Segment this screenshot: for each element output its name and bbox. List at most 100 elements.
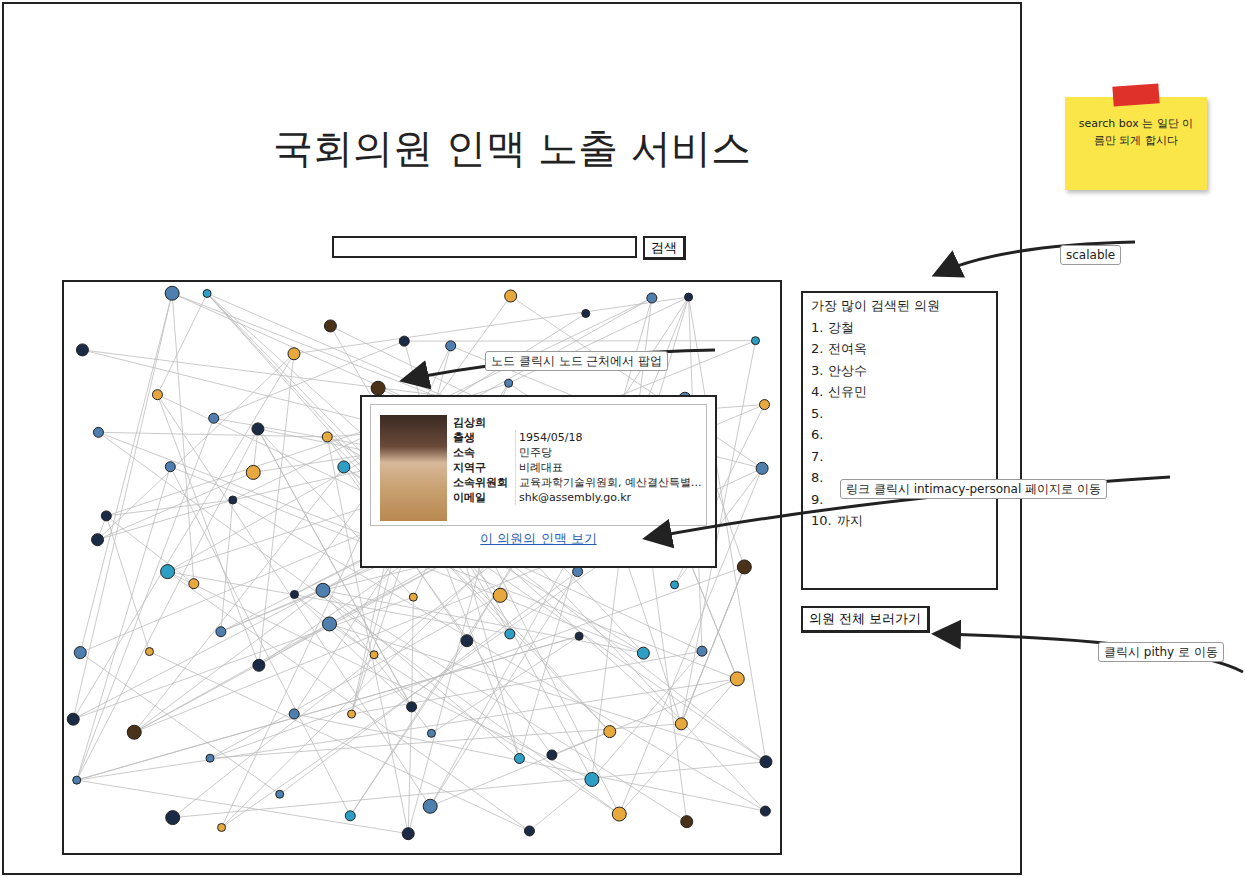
- graph-node[interactable]: [751, 337, 759, 345]
- graph-node[interactable]: [427, 729, 435, 737]
- graph-node[interactable]: [637, 647, 649, 659]
- graph-node[interactable]: [74, 647, 86, 659]
- graph-node[interactable]: [675, 718, 687, 730]
- graph-node[interactable]: [290, 590, 298, 598]
- info-row: 지역구비례대표: [453, 460, 698, 475]
- graph-node[interactable]: [145, 648, 153, 656]
- graph-node[interactable]: [685, 293, 693, 301]
- graph-node[interactable]: [92, 534, 104, 546]
- rank-number: 1.: [811, 317, 823, 339]
- view-all-button[interactable]: 의원 전체 보러가기: [801, 606, 930, 633]
- graph-node[interactable]: [671, 581, 679, 589]
- graph-node[interactable]: [647, 293, 657, 303]
- graph-node[interactable]: [575, 632, 583, 640]
- graph-node[interactable]: [348, 710, 356, 718]
- graph-node[interactable]: [127, 725, 141, 739]
- graph-node[interactable]: [316, 583, 330, 597]
- graph-edge: [106, 516, 194, 584]
- graph-node[interactable]: [423, 799, 437, 813]
- graph-node[interactable]: [323, 617, 337, 631]
- graph-node[interactable]: [371, 381, 385, 395]
- graph-node[interactable]: [493, 588, 507, 602]
- search-input[interactable]: [332, 236, 637, 258]
- graph-node[interactable]: [681, 816, 693, 828]
- ranking-item[interactable]: 1.강철: [811, 317, 988, 339]
- graph-node[interactable]: [253, 659, 265, 671]
- graph-node[interactable]: [760, 400, 770, 410]
- arrow-icon: [405, 350, 715, 380]
- graph-edge: [149, 652, 529, 831]
- sticky-note: search box 는 일단 이름만 되게 합시다: [1065, 97, 1207, 190]
- graph-node[interactable]: [505, 379, 513, 387]
- graph-node[interactable]: [760, 756, 772, 768]
- graph-node[interactable]: [246, 465, 260, 479]
- graph-edge: [404, 340, 755, 341]
- ranking-item[interactable]: 5.: [811, 403, 988, 425]
- graph-node[interactable]: [276, 790, 284, 798]
- graph-node[interactable]: [407, 702, 417, 712]
- graph-node[interactable]: [730, 672, 744, 686]
- graph-node[interactable]: [166, 811, 180, 825]
- graph-node[interactable]: [161, 565, 175, 579]
- graph-node[interactable]: [505, 290, 517, 302]
- graph-node[interactable]: [289, 709, 299, 719]
- graph-edge: [221, 590, 323, 631]
- graph-node[interactable]: [461, 635, 473, 647]
- view-network-link[interactable]: 이 의원의 인맥 보기: [480, 530, 596, 548]
- network-graph[interactable]: 김상희출생1954/05/18소속민주당지역구비례대표소속위원회교육과학기술위원…: [62, 280, 782, 855]
- graph-node[interactable]: [216, 627, 226, 637]
- graph-node[interactable]: [756, 462, 768, 474]
- graph-edge: [529, 779, 591, 830]
- graph-node[interactable]: [165, 286, 179, 300]
- graph-edge: [80, 653, 279, 795]
- graph-node[interactable]: [582, 309, 590, 317]
- graph-node[interactable]: [604, 726, 616, 738]
- rank-number: 3.: [811, 360, 823, 382]
- graph-node[interactable]: [322, 432, 332, 442]
- graph-node[interactable]: [573, 567, 583, 577]
- ranking-item[interactable]: 6.: [811, 424, 988, 446]
- graph-node[interactable]: [547, 750, 557, 760]
- graph-node[interactable]: [101, 511, 111, 521]
- graph-node[interactable]: [93, 427, 103, 437]
- graph-node[interactable]: [399, 336, 409, 346]
- graph-node[interactable]: [206, 754, 214, 762]
- graph-node[interactable]: [229, 496, 237, 504]
- graph-node[interactable]: [67, 713, 79, 725]
- graph-node[interactable]: [338, 461, 350, 473]
- graph-node[interactable]: [73, 776, 81, 784]
- graph-node[interactable]: [324, 320, 336, 332]
- graph-node[interactable]: [697, 646, 707, 656]
- graph-node[interactable]: [612, 807, 626, 821]
- graph-node[interactable]: [514, 754, 524, 764]
- ranking-item[interactable]: 4.신유민: [811, 381, 988, 403]
- graph-node[interactable]: [203, 289, 211, 297]
- graph-node[interactable]: [585, 772, 599, 786]
- graph-node[interactable]: [737, 560, 751, 574]
- ranking-item[interactable]: 3.안상수: [811, 360, 988, 382]
- graph-node[interactable]: [165, 462, 175, 472]
- search-button[interactable]: 검색: [643, 236, 686, 260]
- graph-node[interactable]: [370, 651, 378, 659]
- graph-node[interactable]: [252, 423, 264, 435]
- member-name: 김상희: [453, 415, 698, 430]
- graph-edge: [221, 500, 233, 632]
- graph-edge: [172, 293, 194, 583]
- ranking-item[interactable]: 10.까지: [811, 510, 988, 532]
- graph-node[interactable]: [402, 828, 414, 840]
- graph-node[interactable]: [345, 811, 355, 821]
- arrow-icon: [648, 477, 1170, 538]
- ranking-item[interactable]: 2.전여옥: [811, 338, 988, 360]
- graph-node[interactable]: [505, 629, 515, 639]
- graph-node[interactable]: [76, 344, 88, 356]
- graph-node[interactable]: [446, 341, 456, 351]
- graph-node[interactable]: [288, 348, 300, 360]
- graph-node[interactable]: [152, 390, 162, 400]
- ranking-item[interactable]: 7.: [811, 446, 988, 468]
- graph-node[interactable]: [409, 593, 417, 601]
- graph-node[interactable]: [189, 579, 199, 589]
- graph-node[interactable]: [218, 823, 226, 831]
- graph-node[interactable]: [760, 806, 770, 816]
- graph-node[interactable]: [209, 413, 219, 423]
- graph-node[interactable]: [524, 826, 534, 836]
